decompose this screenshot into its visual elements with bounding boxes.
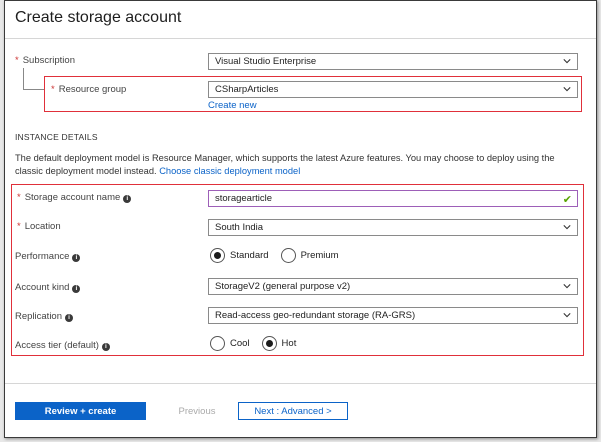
subscription-label: * Subscription xyxy=(15,55,75,66)
title-bar: Create storage account xyxy=(5,1,596,39)
cool-radio-label: Cool xyxy=(230,337,250,349)
cool-radio[interactable] xyxy=(210,335,225,351)
account-kind-label: Account kind i xyxy=(15,282,81,293)
resource-group-label: * Resource group xyxy=(51,84,127,95)
premium-radio[interactable] xyxy=(280,247,296,263)
account-kind-dropdown[interactable]: StorageV2 (general purpose v2) xyxy=(208,278,578,295)
hot-radio[interactable] xyxy=(261,335,277,351)
create-storage-account-blade: Create storage account * Subscription Vis… xyxy=(4,0,597,438)
replication-label: Replication i xyxy=(15,311,73,322)
info-icon[interactable]: i xyxy=(72,285,81,293)
location-label: * Location xyxy=(17,221,61,232)
access-tier-label: Access tier (default) i xyxy=(15,340,110,351)
replication-dropdown[interactable]: Read-access geo-redundant storage (RA-GR… xyxy=(208,307,578,324)
chevron-down-icon xyxy=(563,87,571,92)
replication-value: Read-access geo-redundant storage (RA-GR… xyxy=(215,310,416,321)
footer-separator xyxy=(5,383,596,384)
subscription-dropdown[interactable]: Visual Studio Enterprise xyxy=(208,53,578,70)
required-marker: * xyxy=(15,55,19,66)
deployment-model-description: The default deployment model is Resource… xyxy=(15,153,555,176)
subscription-value: Visual Studio Enterprise xyxy=(215,56,317,67)
info-icon[interactable]: i xyxy=(101,343,110,351)
choose-classic-deployment-link[interactable]: Choose classic deployment model xyxy=(159,166,300,176)
resource-group-dropdown[interactable]: CSharpArticles xyxy=(208,81,578,98)
performance-label: Performance i xyxy=(15,251,81,262)
previous-button[interactable]: Previous xyxy=(157,402,237,420)
instance-details-highlight xyxy=(11,184,584,356)
info-icon[interactable]: i xyxy=(72,254,81,262)
storage-account-name-label: * Storage account name i xyxy=(17,192,132,203)
account-kind-value: StorageV2 (general purpose v2) xyxy=(215,281,351,292)
create-new-link[interactable]: Create new xyxy=(208,100,257,111)
review-create-button[interactable]: Review + create xyxy=(15,402,146,420)
required-marker: * xyxy=(51,84,55,95)
tree-connector xyxy=(23,68,45,90)
standard-radio[interactable] xyxy=(210,247,225,263)
standard-radio-label: Standard xyxy=(230,249,269,261)
storage-account-name-value: storagearticle xyxy=(215,193,273,204)
instance-details-heading: INSTANCE DETAILS xyxy=(15,132,98,142)
info-icon[interactable]: i xyxy=(65,314,73,322)
checkmark-icon: ✔ xyxy=(562,194,572,206)
resource-group-value: CSharpArticles xyxy=(215,84,279,95)
location-value: South India xyxy=(215,222,264,233)
required-marker: * xyxy=(17,192,21,203)
chevron-down-icon xyxy=(563,225,571,230)
required-marker: * xyxy=(17,221,21,232)
hot-radio-label: Hot xyxy=(281,337,297,349)
next-advanced-button[interactable]: Next : Advanced > xyxy=(238,402,348,420)
location-dropdown[interactable]: South India xyxy=(208,219,578,236)
access-tier-radio-group: Cool Hot xyxy=(210,334,308,352)
chevron-down-icon xyxy=(563,284,571,289)
premium-radio-label: Premium xyxy=(300,249,339,261)
storage-account-name-input[interactable]: storagearticle ✔ xyxy=(208,190,578,207)
performance-radio-group: Standard Premium xyxy=(210,246,351,264)
page-title: Create storage account xyxy=(15,9,182,26)
chevron-down-icon xyxy=(563,313,571,318)
info-icon[interactable]: i xyxy=(123,195,132,203)
chevron-down-icon xyxy=(563,59,571,64)
